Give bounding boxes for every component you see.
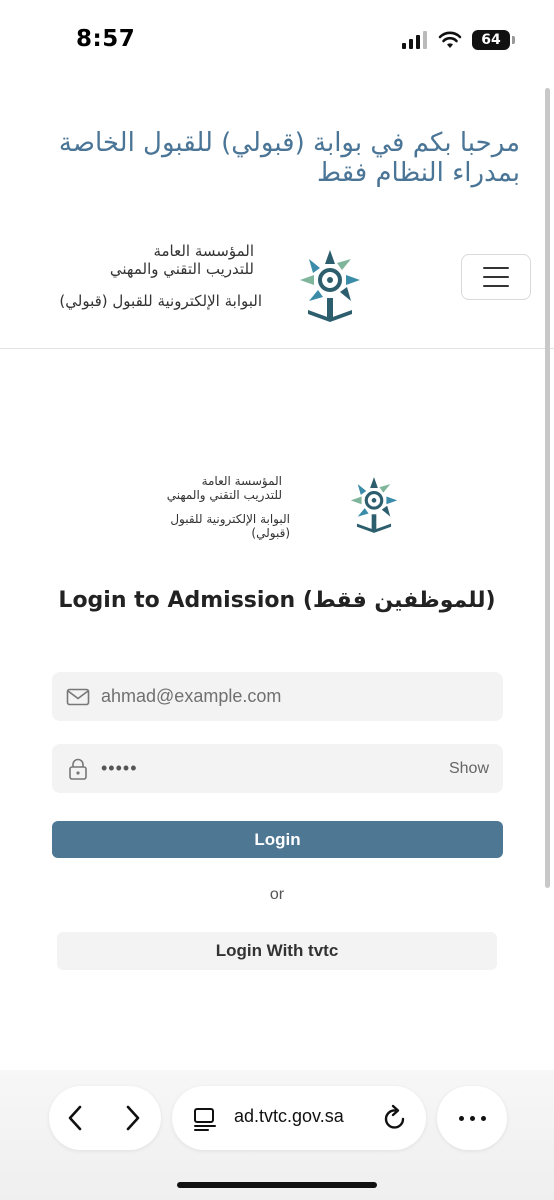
status-icons: 64 bbox=[402, 30, 515, 50]
envelope-icon bbox=[66, 688, 90, 706]
login-logo-line-1: المؤسسة العامة bbox=[201, 474, 282, 488]
forward-button[interactable] bbox=[117, 1102, 149, 1134]
hamburger-menu-icon bbox=[483, 267, 509, 269]
tvtc-logo-small-icon bbox=[350, 477, 398, 533]
login-title: Login to Admission (للموظفين فقط) bbox=[58, 588, 496, 613]
url-text[interactable]: ad.tvtc.gov.sa bbox=[234, 1106, 344, 1127]
scrollbar[interactable] bbox=[545, 88, 550, 888]
login-button[interactable]: Login bbox=[52, 821, 503, 858]
login-with-tvtc-button[interactable]: Login With tvtc bbox=[57, 932, 497, 970]
banner-line-2: بمدراء النظام فقط bbox=[316, 158, 520, 188]
or-separator: or bbox=[269, 886, 285, 903]
wifi-icon bbox=[438, 31, 462, 48]
password-field[interactable]: ••••• Show bbox=[52, 744, 503, 793]
status-time: 8:57 bbox=[76, 26, 136, 52]
banner-line-1: مرحبا بكم في بوابة (قبولي) للقبول الخاصة bbox=[58, 128, 520, 158]
reload-icon[interactable] bbox=[382, 1104, 408, 1132]
brand-logo[interactable]: المؤسسة العامة للتدريب التقني والمهني ال… bbox=[20, 236, 360, 322]
welcome-banner: مرحبا بكم في بوابة (قبولي) للقبول الخاصة… bbox=[20, 128, 520, 188]
more-button[interactable] bbox=[437, 1086, 507, 1150]
show-password-button[interactable]: Show bbox=[449, 760, 489, 778]
login-logo-line-3: البوابة الإلكترونية للقبول (قبولي) bbox=[170, 512, 290, 540]
email-field[interactable]: ahmad@example.com bbox=[52, 672, 503, 721]
login-logo-text: المؤسسة العامة للتدريب التقني والمهني ال… bbox=[150, 474, 350, 540]
browser-toolbar: ad.tvtc.gov.sa bbox=[0, 1070, 554, 1200]
back-button[interactable] bbox=[59, 1102, 91, 1134]
lock-icon bbox=[69, 758, 87, 780]
back-icon bbox=[68, 1105, 82, 1131]
forward-icon bbox=[126, 1105, 140, 1131]
email-value: ahmad@example.com bbox=[101, 686, 282, 706]
cellular-signal-icon bbox=[402, 31, 427, 49]
nav-controls bbox=[49, 1086, 161, 1150]
tvtc-logo-icon bbox=[300, 250, 360, 322]
address-bar[interactable]: ad.tvtc.gov.sa bbox=[172, 1086, 426, 1150]
hamburger-menu-button[interactable] bbox=[461, 254, 531, 300]
login-logo-line-2: للتدريب التقني والمهني bbox=[166, 488, 282, 502]
battery-icon: 64 bbox=[472, 30, 515, 50]
home-indicator[interactable] bbox=[177, 1182, 377, 1188]
more-icon bbox=[458, 1115, 464, 1121]
reader-icon[interactable] bbox=[192, 1106, 218, 1132]
login-logo: المؤسسة العامة للتدريب التقني والمهني ال… bbox=[150, 474, 406, 540]
password-value: ••••• bbox=[101, 758, 138, 778]
site-header: المؤسسة العامة للتدريب التقني والمهني ال… bbox=[0, 226, 554, 349]
status-bar: 8:57 64 bbox=[0, 0, 554, 80]
